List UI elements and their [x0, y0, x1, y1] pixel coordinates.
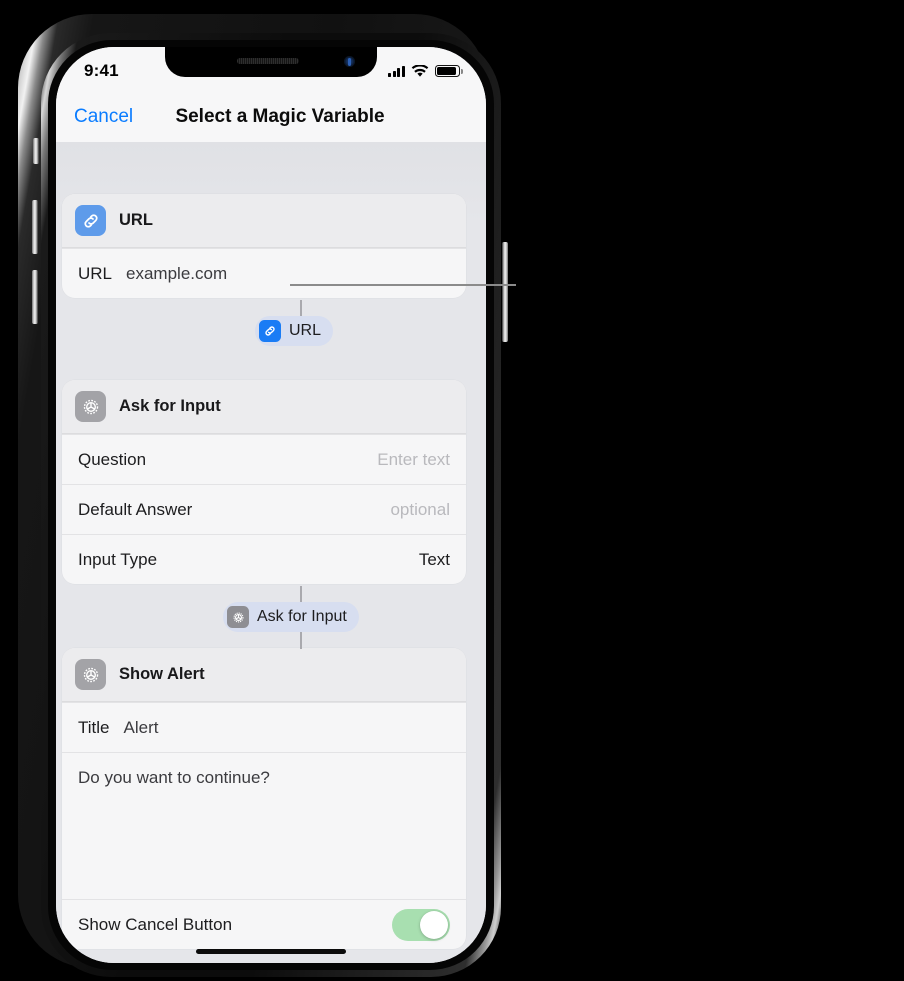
side-power-button[interactable]	[502, 242, 508, 342]
home-indicator[interactable]	[196, 949, 346, 954]
gear-icon	[75, 659, 106, 690]
status-bar-indicators	[387, 64, 463, 78]
variable-pill-label: Ask for Input	[257, 608, 347, 625]
alert-title-input-field[interactable]: Alert	[124, 718, 159, 738]
cellular-bars-icon	[387, 65, 405, 77]
earpiece-speaker-icon	[236, 58, 299, 64]
show-cancel-button-toggle[interactable]	[392, 908, 450, 941]
action-row-show-cancel-button[interactable]: Show Cancel Button	[62, 899, 466, 949]
gear-icon	[75, 391, 106, 422]
status-bar-time: 9:41	[84, 61, 119, 80]
action-card-url[interactable]: URL URL example.com	[62, 194, 466, 298]
row-label: Show Cancel Button	[78, 914, 233, 934]
toggle-knob	[420, 910, 448, 939]
action-row-alert-title[interactable]: Title Alert	[62, 702, 466, 752]
action-card-ask-for-input[interactable]: Ask for Input Question Enter text Defaul…	[62, 380, 466, 584]
question-input-field[interactable]: Enter text	[377, 450, 450, 470]
action-row-url[interactable]: URL example.com	[62, 248, 466, 298]
action-card-header: Ask for Input	[62, 380, 466, 434]
row-label: Input Type	[78, 549, 158, 569]
link-icon	[75, 205, 106, 236]
volume-down-button[interactable]	[32, 270, 38, 324]
action-card-header: Show Alert	[62, 648, 466, 702]
shortcut-actions-list[interactable]: URL URL example.com URL Ask for Input Qu…	[56, 142, 486, 963]
variable-pill-label: URL	[289, 322, 322, 339]
gear-glyph	[83, 399, 98, 414]
action-row-input-type[interactable]: Input Type Text	[62, 534, 466, 584]
callout-leader-line	[290, 284, 516, 286]
cancel-button[interactable]: Cancel	[74, 106, 133, 128]
alert-message-textarea[interactable]: Do you want to continue?	[62, 752, 466, 899]
battery-icon	[435, 65, 463, 77]
action-card-header: URL	[62, 194, 466, 248]
action-title: Show Alert	[119, 665, 205, 683]
action-title: Ask for Input	[119, 397, 221, 415]
gear-glyph	[233, 612, 243, 622]
front-camera-icon	[344, 56, 355, 67]
input-type-value[interactable]: Text	[419, 550, 450, 570]
default-answer-input-field[interactable]: optional	[390, 500, 450, 520]
navigation-bar: Cancel Select a Magic Variable	[56, 91, 486, 142]
phone-screen: 9:41 Cancel Select a Magic Variable URL …	[56, 47, 486, 963]
url-input-field[interactable]: example.com	[126, 264, 227, 284]
gear-icon	[227, 606, 249, 628]
variable-pill-ask-for-input[interactable]: Ask for Input	[223, 602, 359, 632]
row-label: Title	[78, 717, 110, 737]
action-title: URL	[119, 211, 153, 229]
action-card-show-alert[interactable]: Show Alert Title Alert Do you want to co…	[62, 648, 466, 949]
connector-line-ask-top	[300, 586, 302, 603]
phone-device-frame: 9:41 Cancel Select a Magic Variable URL …	[18, 14, 508, 977]
gear-glyph	[83, 667, 98, 682]
volume-up-button[interactable]	[32, 200, 38, 254]
variable-pill-url[interactable]: URL	[255, 316, 334, 346]
action-row-default-answer[interactable]: Default Answer optional	[62, 484, 466, 534]
action-row-question[interactable]: Question Enter text	[62, 434, 466, 484]
row-label: Default Answer	[78, 499, 193, 519]
link-icon	[259, 320, 281, 342]
device-notch	[165, 47, 377, 77]
row-label: Question	[78, 449, 147, 469]
connector-line-ask-bottom	[300, 632, 302, 649]
silent-switch-button[interactable]	[33, 138, 39, 164]
wifi-icon	[411, 64, 429, 77]
screenshot-root: 9:41 Cancel Select a Magic Variable URL …	[0, 0, 904, 981]
row-label: URL	[78, 263, 113, 283]
